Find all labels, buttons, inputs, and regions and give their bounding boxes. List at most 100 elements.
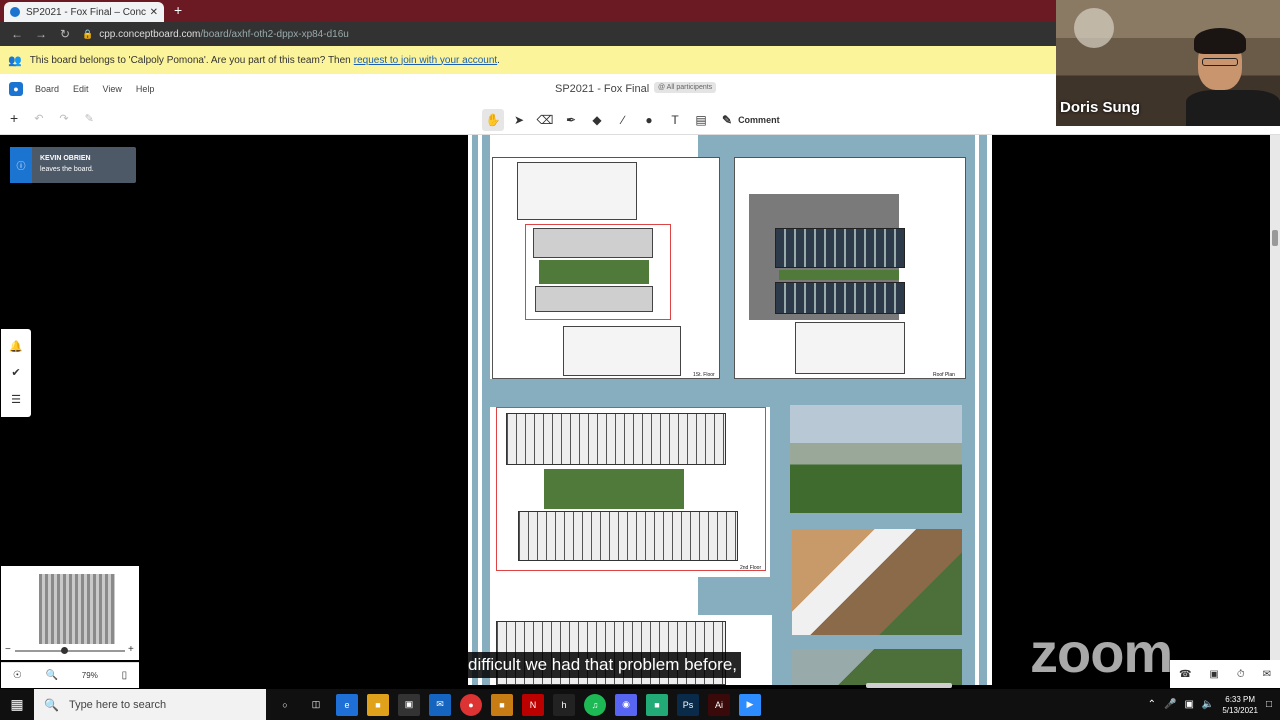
architecture-board-sheet[interactable]: 1St. Floor Roof Plan 2nd Floor [468, 135, 992, 685]
browser-tab[interactable]: SP2021 - Fox Final – Conceptbo... ✕ [4, 2, 164, 22]
new-tab-button[interactable]: + [174, 2, 182, 18]
app-green-icon[interactable]: ■ [646, 693, 668, 716]
comment-button[interactable]: ✎ Comment [722, 113, 780, 127]
volume-icon[interactable]: 🔈 [1202, 699, 1214, 710]
left-side-panel: 🔔 ✔ ☰ [1, 329, 31, 417]
text-icon[interactable]: T [664, 109, 686, 131]
blue-divider [468, 379, 992, 407]
timer-icon[interactable]: ⏱ [1237, 669, 1245, 680]
menu-help[interactable]: Help [136, 84, 155, 94]
participant-video-tile[interactable]: Doris Sung [1056, 0, 1280, 126]
toast-text: KEVIN OBRIEN leaves the board. [32, 147, 94, 183]
format-painter-icon[interactable]: ✎ [85, 112, 94, 125]
participants-badge[interactable]: @ All participents [654, 82, 717, 93]
illustrator-icon[interactable]: Ai [708, 693, 730, 716]
back-icon[interactable]: ← [10, 27, 24, 41]
eraser-icon[interactable]: ⌫ [534, 109, 556, 131]
neighbor-lot-roof [795, 322, 905, 374]
conceptboard-logo[interactable]: ● [9, 82, 23, 96]
marker-icon[interactable]: ◆ [586, 109, 608, 131]
notifications-icon[interactable]: □ [1266, 699, 1272, 710]
zoom-app-icon[interactable]: ▶ [739, 693, 761, 716]
file-explorer-icon[interactable]: ■ [367, 693, 389, 716]
check-circle-icon[interactable]: ✔ [11, 366, 20, 379]
taskbar-search[interactable]: 🔍 Type here to search [34, 689, 266, 720]
request-join-link[interactable]: request to join with your account [354, 55, 497, 66]
network-icon[interactable]: ▣ [1184, 699, 1193, 710]
magnifier-icon[interactable]: 🔍 [46, 670, 58, 681]
search-icon: 🔍 [44, 697, 59, 712]
pen-icon[interactable]: ✒ [560, 109, 582, 131]
zoom-slider-knob[interactable] [61, 647, 68, 654]
windows-start-icon[interactable]: ▦ [0, 689, 34, 720]
screen-icon[interactable]: ▣ [1209, 669, 1218, 680]
redo-icon[interactable]: ↷ [59, 112, 68, 125]
atrium-rendering[interactable] [792, 529, 962, 635]
list-icon[interactable]: ☰ [11, 393, 21, 406]
comment-icon: ✎ [722, 113, 733, 127]
people-icon: 👥 [8, 54, 22, 67]
menu-view[interactable]: View [103, 84, 122, 94]
taskbar-clock[interactable]: 6:33 PM 5/13/2021 [1222, 694, 1258, 716]
add-icon[interactable]: + [10, 110, 18, 126]
netflix-icon[interactable]: N [522, 693, 544, 716]
first-floor-site-plan[interactable]: 1St. Floor [492, 157, 720, 379]
menu-edit[interactable]: Edit [73, 84, 89, 94]
horizontal-scrollbar[interactable] [866, 683, 952, 688]
menu-board[interactable]: Board [35, 84, 59, 94]
shapes-icon[interactable]: ● [638, 109, 660, 131]
tab-close-icon[interactable]: ✕ [150, 7, 158, 18]
line-icon[interactable]: ∕ [612, 109, 634, 131]
roof-garden [779, 270, 899, 280]
participant-hair [1194, 28, 1246, 54]
zoom-level[interactable]: 79% [82, 671, 98, 680]
bell-icon[interactable]: 🔔 [9, 340, 23, 353]
zoom-slider-track[interactable] [15, 650, 125, 652]
pointer-icon[interactable]: ➤ [508, 109, 530, 131]
courtyard-rendering[interactable] [792, 649, 962, 685]
vertical-scrollbar[interactable] [1270, 135, 1280, 685]
background-lamp [1074, 8, 1114, 48]
undo-icon[interactable]: ↶ [34, 112, 43, 125]
minimap-preview[interactable] [39, 574, 115, 644]
edge-icon[interactable]: e [336, 693, 358, 716]
zoom-out-icon[interactable]: − [5, 644, 11, 655]
tab-title: SP2021 - Fox Final – Conceptbo... [26, 6, 146, 18]
roof-plan[interactable]: Roof Plan [734, 157, 966, 379]
compass-icon[interactable]: ☉ [13, 670, 22, 681]
hand-icon[interactable]: ✋ [482, 109, 504, 131]
cortana-icon[interactable]: ○ [274, 694, 296, 716]
lock-icon: 🔒 [82, 28, 94, 39]
zoom-in-icon[interactable]: + [128, 644, 134, 655]
rooftop-rendering[interactable] [790, 405, 962, 513]
scrollbar-thumb[interactable] [1272, 230, 1278, 246]
zoom-controls: ☉ 🔍 79% ▯ [1, 662, 139, 688]
spotify-icon[interactable]: ♫ [584, 693, 606, 716]
mail-icon[interactable]: ✉ [429, 693, 451, 716]
chat-icon[interactable]: ✉ [1263, 669, 1271, 680]
folder-icon[interactable]: ■ [491, 693, 513, 716]
participant-glasses [1202, 58, 1238, 66]
task-view-icon[interactable]: ◫ [305, 694, 327, 716]
second-floor-plan[interactable]: 2nd Floor [492, 407, 770, 577]
sticky-note-icon[interactable]: ▤ [690, 109, 712, 131]
tray-chevron-icon[interactable]: ⌃ [1148, 699, 1156, 710]
minimap[interactable]: − + [1, 566, 139, 660]
reload-icon[interactable]: ↻ [58, 27, 72, 41]
hulu-icon[interactable]: h [553, 693, 575, 716]
store-icon[interactable]: ▣ [398, 693, 420, 716]
phone-icon[interactable]: ☎ [1179, 669, 1191, 680]
url-field[interactable]: 🔒 cpp.conceptboard.com /board/axhf-oth2-… [82, 29, 349, 40]
discord-icon[interactable]: ◉ [615, 693, 637, 716]
chrome-icon[interactable]: ● [460, 693, 482, 716]
mouse-icon[interactable]: ▯ [122, 670, 128, 681]
solar-roof-south [775, 282, 905, 314]
building-block-south [535, 286, 653, 312]
second-floor-courtyard [544, 469, 684, 509]
photoshop-icon[interactable]: Ps [677, 693, 699, 716]
comment-label: Comment [738, 115, 780, 125]
forward-icon[interactable]: → [34, 27, 48, 41]
microphone-icon[interactable]: 🎤 [1164, 699, 1176, 710]
building-block-north [533, 228, 653, 258]
participant-body [1186, 90, 1280, 126]
